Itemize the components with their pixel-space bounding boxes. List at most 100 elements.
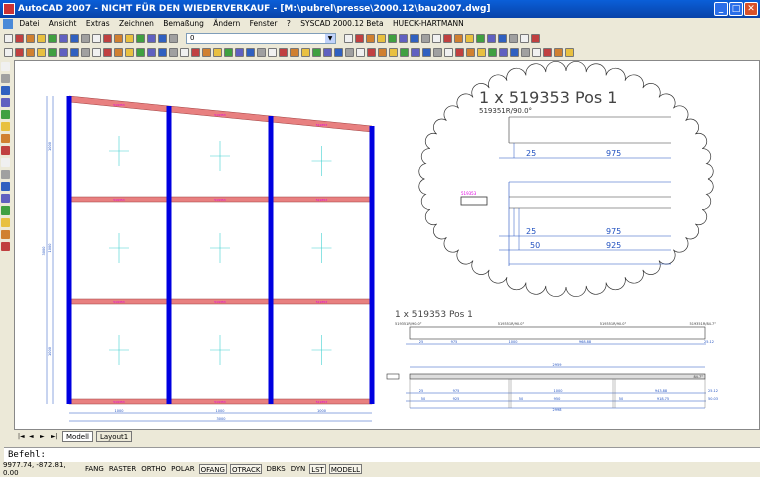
toolbar-button-icon[interactable] [158,33,167,43]
status-toggle-raster[interactable]: RASTER [108,464,137,474]
toolbar-button-icon[interactable] [411,47,420,57]
status-toggle-dyn[interactable]: DYN [290,464,307,474]
toolbar-button-icon[interactable] [432,33,441,43]
tool-icon[interactable] [1,194,10,203]
toolbar-button-icon[interactable] [355,33,364,43]
toolbar-button-icon[interactable] [476,33,485,43]
tool-icon[interactable] [1,134,10,143]
tool-icon[interactable] [1,218,10,227]
toolbar-button-icon[interactable] [257,47,266,57]
chevron-down-icon[interactable]: ▼ [325,33,335,43]
toolbar-button-icon[interactable] [334,47,343,57]
toolbar-button-icon[interactable] [15,33,24,43]
toolbar-button-icon[interactable] [345,47,354,57]
toolbar-button-icon[interactable] [344,33,353,43]
toolbar-button-icon[interactable] [81,47,90,57]
toolbar-button-icon[interactable] [520,33,529,43]
toolbar-button-icon[interactable] [59,33,68,43]
toolbar-button-icon[interactable] [521,47,530,57]
menu-zeichnen[interactable]: Zeichnen [119,19,154,28]
tab-next-button[interactable]: ► [40,433,48,440]
tool-icon[interactable] [1,158,10,167]
toolbar-button-icon[interactable] [59,47,68,57]
menu-bemassung[interactable]: Bemaßung [163,19,204,28]
toolbar-button-icon[interactable] [487,33,496,43]
toolbar-button-icon[interactable] [136,47,145,57]
tab-modell[interactable]: Modell [62,430,93,442]
toolbar-button-icon[interactable] [26,33,35,43]
toolbar-button-icon[interactable] [103,47,112,57]
toolbar-button-icon[interactable] [421,33,430,43]
status-toggle-fang[interactable]: FANG [84,464,105,474]
toolbar-button-icon[interactable] [389,47,398,57]
toolbar-button-icon[interactable] [422,47,431,57]
toolbar-button-icon[interactable] [125,33,134,43]
menu-aendern[interactable]: Ändern [213,19,240,28]
toolbar-button-icon[interactable] [70,47,79,57]
toolbar-button-icon[interactable] [509,33,518,43]
status-toggle-lst[interactable]: LST [309,464,326,474]
tab-first-button[interactable]: |◄ [18,433,26,440]
toolbar-button-icon[interactable] [444,47,453,57]
toolbar-button-icon[interactable] [455,47,464,57]
toolbar-button-icon[interactable] [443,33,452,43]
minimize-button[interactable]: _ [714,2,728,16]
tab-layout1[interactable]: Layout1 [95,430,133,442]
tool-icon[interactable] [1,86,10,95]
tool-icon[interactable] [1,110,10,119]
maximize-button[interactable]: □ [729,2,743,16]
toolbar-button-icon[interactable] [356,47,365,57]
tool-icon[interactable] [1,170,10,179]
toolbar-button-icon[interactable] [301,47,310,57]
toolbar-button-icon[interactable] [531,33,540,43]
toolbar-button-icon[interactable] [136,33,145,43]
menu-syscad[interactable]: SYSCAD 2000.12 Beta [300,19,383,28]
tool-icon[interactable] [1,182,10,191]
tool-icon[interactable] [1,74,10,83]
toolbar-button-icon[interactable] [378,47,387,57]
tool-icon[interactable] [1,122,10,131]
toolbar-button-icon[interactable] [454,33,463,43]
close-button[interactable]: ✕ [744,2,758,16]
toolbar-button-icon[interactable] [81,33,90,43]
toolbar-button-icon[interactable] [312,47,321,57]
toolbar-button-icon[interactable] [488,47,497,57]
layer-dropdown[interactable]: 0 ▼ [186,32,336,44]
toolbar-button-icon[interactable] [466,47,475,57]
toolbar-button-icon[interactable] [114,33,123,43]
toolbar-button-icon[interactable] [367,47,376,57]
toolbar-button-icon[interactable] [366,33,375,43]
tool-icon[interactable] [1,206,10,215]
toolbar-button-icon[interactable] [290,47,299,57]
menu-extras[interactable]: Extras [86,19,110,28]
toolbar-button-icon[interactable] [103,33,112,43]
toolbar-button-icon[interactable] [433,47,442,57]
toolbar-button-icon[interactable] [499,47,508,57]
status-toggle-polar[interactable]: POLAR [170,464,195,474]
toolbar-button-icon[interactable] [477,47,486,57]
document-icon[interactable] [3,19,13,29]
tab-prev-button[interactable]: ◄ [29,433,37,440]
tab-last-button[interactable]: ►| [51,433,59,440]
toolbar-button-icon[interactable] [554,47,563,57]
toolbar-button-icon[interactable] [399,33,408,43]
status-toggle-ofang[interactable]: OFANG [198,464,227,474]
toolbar-button-icon[interactable] [510,47,519,57]
toolbar-button-icon[interactable] [147,47,156,57]
status-toggle-modell[interactable]: MODELL [328,464,363,474]
toolbar-button-icon[interactable] [48,47,57,57]
toolbar-button-icon[interactable] [465,33,474,43]
toolbar-button-icon[interactable] [4,33,13,43]
toolbar-button-icon[interactable] [532,47,541,57]
toolbar-button-icon[interactable] [279,47,288,57]
menu-help[interactable]: ? [287,19,291,28]
toolbar-button-icon[interactable] [202,47,211,57]
tool-icon[interactable] [1,242,10,251]
toolbar-button-icon[interactable] [15,47,24,57]
toolbar-button-icon[interactable] [377,33,386,43]
tool-icon[interactable] [1,62,10,71]
menu-hueck-hartmann[interactable]: HUECK-HARTMANN [393,19,464,28]
menu-datei[interactable]: Datei [19,19,39,28]
toolbar-button-icon[interactable] [565,47,574,57]
toolbar-button-icon[interactable] [268,47,277,57]
